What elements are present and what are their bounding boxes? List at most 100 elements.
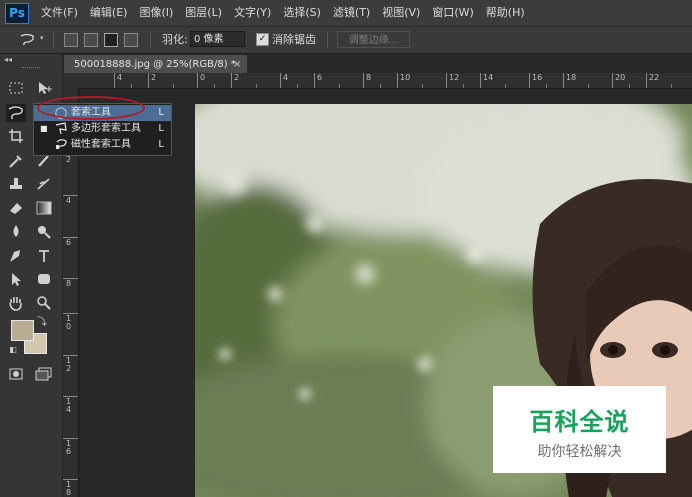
zoom-tool-icon[interactable] bbox=[34, 294, 54, 312]
horizontal-ruler[interactable]: 4 2 0 2 4 6 8 10 12 14 16 18 20 22 bbox=[63, 73, 692, 89]
default-colors-icon[interactable]: ◧ bbox=[8, 345, 18, 355]
ruler-tick: 14 bbox=[63, 396, 78, 414]
ruler-label: 4 bbox=[283, 73, 289, 82]
ruler-tick: 6 bbox=[63, 237, 78, 247]
intersect-selection-icon[interactable] bbox=[124, 33, 138, 47]
highlight-ellipse bbox=[37, 96, 145, 120]
ruler-tick: 4 bbox=[63, 195, 78, 205]
ruler-minor-tick bbox=[422, 84, 423, 88]
menu-bar: Ps 文件(F) 编辑(E) 图像(I) 图层(L) 文字(Y) 选择(S) 滤… bbox=[0, 0, 692, 27]
ruler-label: 6 bbox=[66, 238, 72, 247]
collapse-icon[interactable]: ◂◂ bbox=[4, 55, 12, 64]
swap-colors-icon[interactable]: ⤵ bbox=[36, 317, 48, 329]
ruler-minor-tick bbox=[588, 84, 589, 88]
refine-edge-button[interactable]: 调整边缘... bbox=[337, 31, 410, 48]
path-selection-tool-icon[interactable] bbox=[6, 270, 26, 288]
menu-filter[interactable]: 滤镜(T) bbox=[327, 0, 376, 26]
screen-mode-icon[interactable] bbox=[34, 365, 54, 383]
flyout-item-shortcut: L bbox=[158, 139, 164, 150]
antialias-checkbox[interactable]: ✓ bbox=[256, 33, 269, 46]
ruler-tick: 20 bbox=[612, 73, 625, 88]
stamp-tool-icon[interactable] bbox=[6, 175, 26, 193]
add-to-selection-icon[interactable] bbox=[84, 33, 98, 47]
quick-mask-icon[interactable] bbox=[6, 365, 26, 383]
current-tool-marker: ■ bbox=[40, 124, 48, 133]
ruler-minor-tick bbox=[173, 84, 174, 88]
ruler-minor-tick bbox=[505, 84, 506, 88]
menu-type[interactable]: 文字(Y) bbox=[228, 0, 277, 26]
ruler-minor-tick bbox=[380, 84, 381, 88]
ruler-label: 18 bbox=[566, 73, 577, 82]
move-tool-icon[interactable] bbox=[34, 79, 54, 97]
subtract-from-selection-icon[interactable] bbox=[104, 33, 118, 47]
ruler-tick: 12 bbox=[63, 355, 78, 373]
lasso-tool-icon[interactable] bbox=[6, 104, 26, 122]
ruler-label: 18 bbox=[66, 480, 72, 497]
ruler-tick: 4 bbox=[280, 73, 288, 88]
menu-help[interactable]: 帮助(H) bbox=[480, 0, 531, 26]
ruler-label: 8 bbox=[66, 279, 72, 288]
menu-edit[interactable]: 编辑(E) bbox=[84, 0, 134, 26]
ruler-tick: 18 bbox=[63, 479, 78, 497]
ruler-tick: 8 bbox=[63, 278, 78, 288]
ruler-label: 16 bbox=[532, 73, 543, 82]
ruler-tick: 14 bbox=[480, 73, 493, 88]
magnetic-lasso-icon bbox=[54, 137, 68, 156]
watermark-subtitle: 助你轻松解决 bbox=[537, 444, 622, 460]
blur-tool-icon[interactable] bbox=[6, 222, 26, 240]
menu-file[interactable]: 文件(F) bbox=[41, 0, 84, 26]
watermark-badge: 百科全说 助你轻松解决 bbox=[493, 386, 666, 473]
ruler-label: 10 bbox=[400, 73, 411, 82]
flyout-item-label: 磁性套索工具 bbox=[71, 139, 131, 150]
new-selection-icon[interactable] bbox=[64, 33, 78, 47]
panel-grip[interactable] bbox=[22, 67, 40, 70]
shape-tool-icon[interactable] bbox=[34, 270, 54, 288]
ruler-minor-tick bbox=[339, 84, 340, 88]
ruler-minor-tick bbox=[671, 84, 672, 88]
type-tool-icon[interactable] bbox=[34, 247, 54, 265]
document-tab[interactable]: 500018888.jpg @ 25%(RGB/8) * × bbox=[63, 54, 248, 74]
ruler-label: 14 bbox=[483, 73, 494, 82]
ruler-label: 10 bbox=[66, 314, 72, 331]
watermark-title: 百科全说 bbox=[529, 408, 630, 436]
lasso-icon[interactable] bbox=[18, 32, 36, 48]
ruler-tick: 8 bbox=[363, 73, 371, 88]
ruler-minor-tick bbox=[256, 84, 257, 88]
ruler-label: 14 bbox=[66, 397, 72, 414]
eraser-tool-icon[interactable] bbox=[6, 199, 26, 217]
ruler-tick: 6 bbox=[314, 73, 322, 88]
feather-input[interactable]: 0 像素 bbox=[190, 31, 245, 47]
ruler-label: 0 bbox=[200, 73, 206, 82]
ruler-tick: 0 bbox=[197, 73, 205, 88]
gradient-tool-icon[interactable] bbox=[34, 199, 54, 217]
menu-layer[interactable]: 图层(L) bbox=[179, 0, 228, 26]
ruler-label: 6 bbox=[317, 73, 323, 82]
ruler-label: 20 bbox=[615, 73, 626, 82]
history-brush-tool-icon[interactable] bbox=[34, 175, 54, 193]
ruler-label: 12 bbox=[449, 73, 460, 82]
photoshop-logo: Ps bbox=[5, 3, 29, 24]
close-icon[interactable]: × bbox=[233, 55, 241, 74]
eyedropper-tool-icon[interactable] bbox=[6, 152, 26, 170]
marquee-tool-icon[interactable] bbox=[6, 79, 26, 97]
menu-view[interactable]: 视图(V) bbox=[376, 0, 426, 26]
tool-preset-dropdown-icon[interactable]: ▾ bbox=[40, 34, 44, 42]
menu-select[interactable]: 选择(S) bbox=[277, 0, 327, 26]
hand-tool-icon[interactable] bbox=[6, 294, 26, 312]
ruler-label: 2 bbox=[234, 73, 240, 82]
flyout-item-polygonal-lasso[interactable]: ■ 多边形套索工具 L bbox=[34, 121, 171, 137]
crop-tool-icon[interactable] bbox=[6, 127, 26, 145]
flyout-item-magnetic-lasso[interactable]: 磁性套索工具 L bbox=[34, 137, 171, 153]
foreground-color-swatch[interactable] bbox=[11, 320, 34, 341]
pen-tool-icon[interactable] bbox=[6, 247, 26, 265]
dodge-tool-icon[interactable] bbox=[34, 222, 54, 240]
menu-image[interactable]: 图像(I) bbox=[133, 0, 179, 26]
ruler-tick: 4 bbox=[114, 73, 122, 88]
ruler-minor-tick bbox=[131, 84, 132, 88]
flyout-item-shortcut: L bbox=[158, 123, 164, 134]
menu-window[interactable]: 窗口(W) bbox=[426, 0, 479, 26]
ruler-label: 4 bbox=[66, 196, 72, 205]
ruler-label: 2 bbox=[66, 155, 72, 164]
flyout-item-label: 多边形套索工具 bbox=[71, 123, 141, 134]
flyout-item-shortcut: L bbox=[158, 107, 164, 118]
